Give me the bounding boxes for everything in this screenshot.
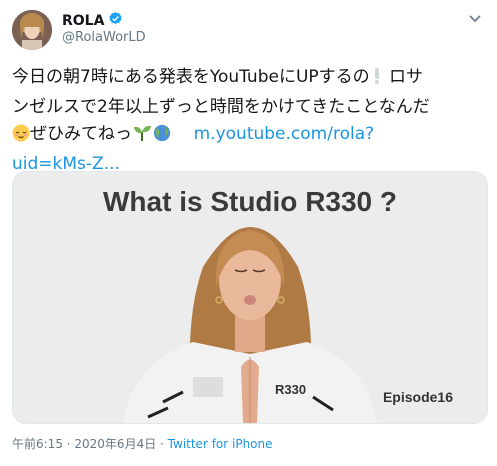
- footer-separator: ·: [156, 437, 168, 451]
- tweet-text-line1: 今日の朝7時にある発表をYouTubeにUPするの: [12, 67, 370, 87]
- video-thumbnail[interactable]: R330 What is Studio R330 ? Episode16: [12, 171, 488, 424]
- tweet-text-line3: ぜひみてねっ: [30, 124, 132, 144]
- user-name[interactable]: ROLA: [62, 13, 104, 29]
- avatar[interactable]: [12, 10, 52, 50]
- tweet: ROLA @RolaWorLD 今日の朝7時にある発表をYouTubeにUPする…: [0, 0, 497, 466]
- tweet-timestamp[interactable]: 午前6:15 · 2020年6月4日: [12, 437, 156, 451]
- exclamation-icon: [370, 67, 384, 94]
- user-handle[interactable]: @RolaWorLD: [62, 30, 146, 45]
- tweet-text-line1-end: ロサ: [389, 67, 424, 87]
- episode-label: Episode16: [382, 389, 453, 405]
- seedling-icon: [132, 124, 152, 151]
- chevron-down-icon[interactable]: [467, 10, 483, 26]
- tweet-link[interactable]: m.youtube.com/rola?: [194, 124, 375, 144]
- tweet-text: 今日の朝7時にある発表をYouTubeにUPするの ロサ ンゼルスで2年以上ずっ…: [12, 64, 486, 178]
- tweet-text-line2: ンゼルスで2年以上ずっと時間をかけてきたことなんだ: [12, 97, 430, 117]
- relieved-face-icon: [12, 124, 30, 151]
- tweet-footer: 午前6:15 · 2020年6月4日 · Twitter for iPhone: [12, 435, 273, 452]
- svg-text:R330: R330: [275, 382, 306, 397]
- verified-badge-icon: [108, 11, 123, 30]
- tweet-source-link[interactable]: Twitter for iPhone: [168, 437, 273, 451]
- video-title: What is Studio R330 ?: [102, 186, 398, 217]
- globe-icon: [152, 124, 172, 151]
- user-name-row: ROLA: [62, 11, 123, 30]
